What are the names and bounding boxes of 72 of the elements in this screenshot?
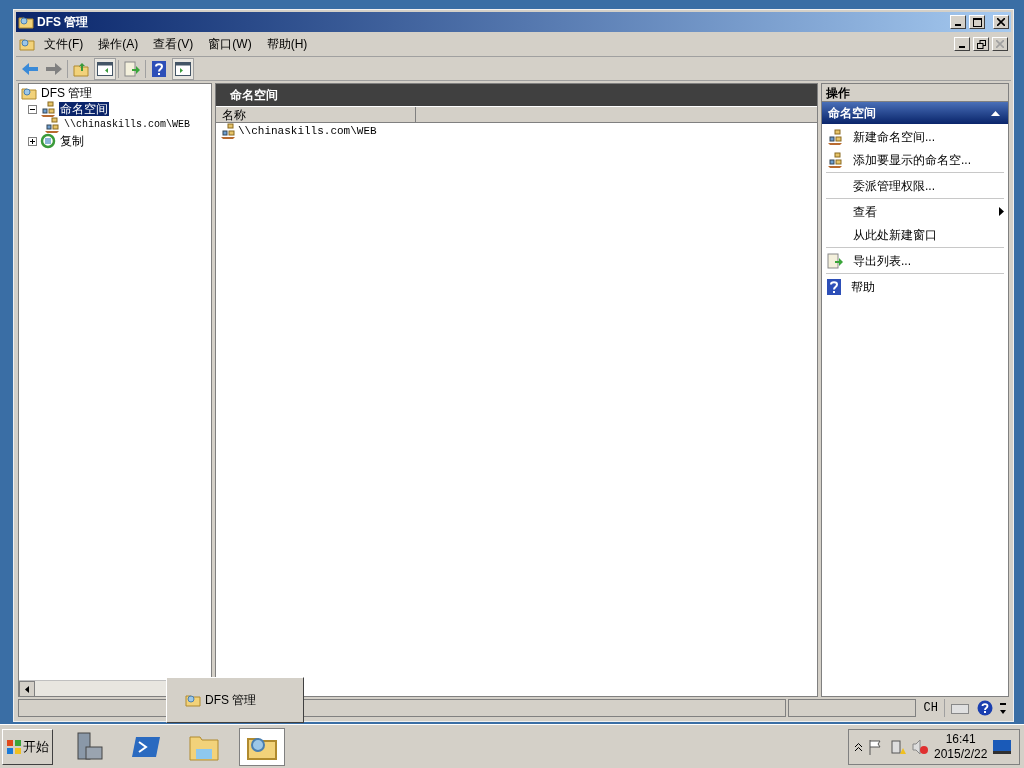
action-item[interactable]: 导出列表... <box>826 249 1004 272</box>
tree-item[interactable]: 命名空间 <box>59 102 109 116</box>
taskbar-app-button[interactable] <box>239 727 285 766</box>
tree-item[interactable]: \\chinaskills.com\WEB <box>63 118 192 132</box>
action-item[interactable]: 委派管理权限... <box>826 174 1004 197</box>
action-item[interactable]: 帮助 <box>826 275 1004 298</box>
namespace-share-icon <box>220 123 236 139</box>
new-namespace-icon <box>827 128 843 145</box>
export-list-icon <box>124 60 140 77</box>
dfs-folder-icon <box>21 85 37 101</box>
action-item[interactable]: 查看 <box>826 200 1004 223</box>
tree-item[interactable]: 复制 <box>59 134 85 148</box>
tree-item[interactable]: DFS 管理 <box>40 86 94 100</box>
pane-toggle-icon <box>97 61 113 76</box>
help-icon <box>152 60 166 77</box>
collapse-caret-icon <box>991 110 1000 116</box>
dfs-folder-icon <box>18 14 34 30</box>
action-item[interactable]: 添加要显示的命名空... <box>826 148 1004 171</box>
menu-item[interactable]: 查看(V) <box>147 35 200 53</box>
export-list-icon <box>827 252 843 269</box>
windows-logo-icon <box>6 738 22 755</box>
list-item[interactable]: \\chinaskills.com\WEB <box>238 122 377 140</box>
minimize-button[interactable] <box>950 15 966 29</box>
actions-title: 操作 <box>822 84 1008 102</box>
taskbar-preview-popup[interactable]: DFS 管理 <box>166 677 304 723</box>
back-arrow-icon <box>22 61 38 76</box>
folder-up-icon <box>73 60 89 77</box>
namespace-icon <box>40 101 56 117</box>
help-icon[interactable] <box>977 700 993 716</box>
flag-icon[interactable] <box>868 738 884 755</box>
replication-icon <box>40 133 56 149</box>
maximize-button[interactable] <box>969 15 985 29</box>
pane-toggle-icon <box>175 61 191 76</box>
options-icon[interactable] <box>1000 701 1006 715</box>
console-icon <box>19 36 35 52</box>
close-icon <box>997 18 1005 26</box>
namespace-icon <box>827 151 843 168</box>
menu-item[interactable]: 操作(A) <box>92 35 145 53</box>
submenu-arrow-icon <box>999 207 1004 216</box>
scroll-left-icon <box>25 685 29 693</box>
restore-icon <box>976 39 986 49</box>
namespace-share-icon <box>44 117 60 133</box>
maximize-icon <box>972 17 982 27</box>
show-desktop-icon[interactable] <box>993 739 1012 754</box>
pane-header: 命名空间 <box>216 84 817 106</box>
clock-time[interactable]: 16:41 <box>945 731 976 747</box>
preview-title: DFS 管理 <box>205 692 257 709</box>
show-hidden-icons-icon[interactable] <box>855 742 862 751</box>
language-indicator[interactable]: CH <box>917 699 945 717</box>
menu-item[interactable]: 文件(F) <box>38 35 90 53</box>
minimize-button[interactable] <box>954 37 970 51</box>
dfs-folder-icon <box>185 692 201 708</box>
show-tree-button[interactable] <box>94 57 116 80</box>
menu-item[interactable]: 帮助(H) <box>260 35 314 53</box>
restore-button[interactable] <box>973 37 989 51</box>
collapse-toggle[interactable] <box>28 104 37 114</box>
action-item[interactable]: 从此处新建窗口 <box>826 223 1004 246</box>
clock-date[interactable]: 2015/2/22 <box>934 746 988 762</box>
close-button[interactable] <box>993 15 1009 29</box>
keyboard-icon[interactable] <box>951 702 969 714</box>
help-icon <box>827 278 841 295</box>
show-action-pane-button[interactable] <box>172 57 194 80</box>
speaker-muted-icon[interactable] <box>912 738 928 755</box>
action-item[interactable]: 新建命名空间... <box>826 125 1004 148</box>
expand-toggle[interactable] <box>28 136 37 146</box>
close-icon <box>996 40 1004 48</box>
actions-section-header[interactable]: 命名空间 <box>822 102 1008 124</box>
menu-item[interactable]: 窗口(W) <box>202 35 258 53</box>
close-button[interactable] <box>992 37 1008 51</box>
window-title: DFS 管理 <box>37 14 90 31</box>
start-button[interactable]: 开始 <box>2 728 53 765</box>
forward-arrow-icon <box>46 61 62 76</box>
